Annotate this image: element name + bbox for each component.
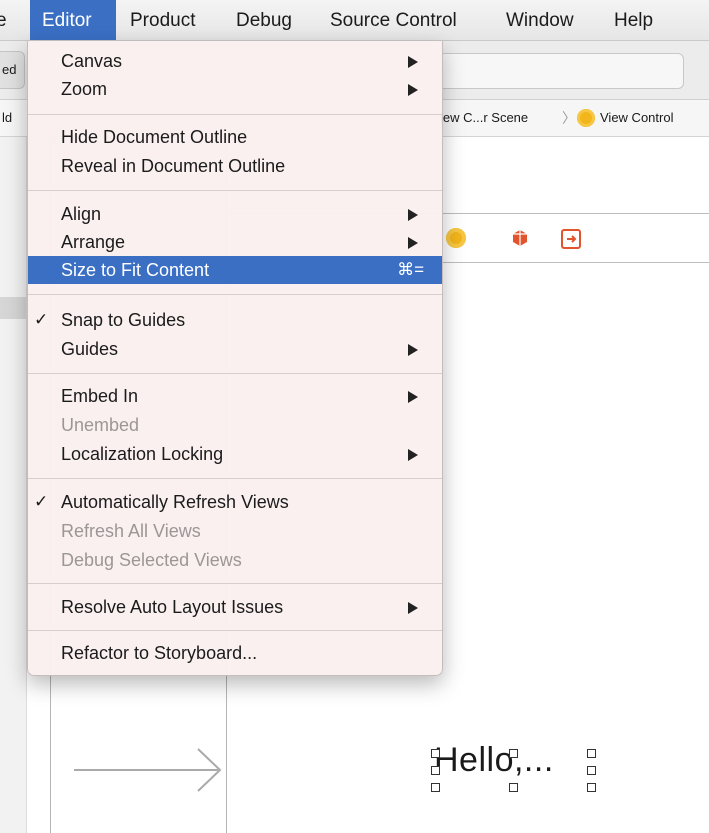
- breadcrumb-separator-icon: 〉: [562, 110, 576, 126]
- jump-bar-left-fragment: ld: [2, 110, 13, 125]
- scheme-selector[interactable]: ed: [0, 51, 25, 89]
- menu-file-partial[interactable]: e: [0, 0, 16, 40]
- menu-item-resolve-auto-layout-issues[interactable]: Resolve Auto Layout Issues: [28, 593, 442, 621]
- menu-item-zoom[interactable]: Zoom: [28, 75, 442, 103]
- view-controller-icon: [577, 109, 595, 127]
- shortcut-label: ⌘=: [397, 260, 424, 279]
- menu-item-size-to-fit-content[interactable]: Size to Fit Content ⌘=: [28, 256, 442, 284]
- editor-menu-dropdown: Canvas Zoom Hide Document Outline Reveal…: [27, 41, 443, 676]
- menu-separator: [28, 190, 442, 191]
- menu-item-arrange[interactable]: Arrange: [28, 228, 442, 256]
- menu-source-control[interactable]: Source Control: [330, 0, 457, 40]
- entry-point-arrow-icon[interactable]: [72, 745, 232, 795]
- menu-separator: [28, 478, 442, 479]
- menu-separator: [28, 294, 442, 295]
- document-outline-edge: [0, 137, 27, 833]
- menu-window[interactable]: Window: [506, 0, 574, 40]
- breadcrumb-scene[interactable]: iew C...r Scene: [440, 100, 528, 136]
- hello-label[interactable]: Hello,...: [434, 741, 554, 780]
- resize-handle[interactable]: [587, 749, 596, 758]
- submenu-arrow-icon: [408, 84, 418, 96]
- menu-item-align[interactable]: Align: [28, 200, 442, 228]
- submenu-arrow-icon: [408, 56, 418, 68]
- menu-product[interactable]: Product: [130, 0, 195, 40]
- menu-bar: e Editor Product Debug Source Control Wi…: [0, 0, 709, 41]
- submenu-arrow-icon: [408, 209, 418, 221]
- menu-item-guides[interactable]: Guides: [28, 335, 442, 363]
- activity-viewer: [438, 53, 684, 89]
- submenu-arrow-icon: [408, 602, 418, 614]
- outline-selection: [0, 297, 26, 319]
- menu-item-automatically-refresh-views[interactable]: ✓ Automatically Refresh Views: [28, 488, 442, 516]
- menu-help[interactable]: Help: [614, 0, 653, 40]
- menu-separator: [28, 373, 442, 374]
- menu-item-reveal-in-document-outline[interactable]: Reveal in Document Outline: [28, 152, 442, 180]
- menu-item-debug-selected-views: Debug Selected Views: [61, 550, 242, 570]
- menu-item-hide-document-outline[interactable]: Hide Document Outline: [28, 123, 442, 151]
- menu-editor[interactable]: Editor: [30, 0, 116, 40]
- resize-handle[interactable]: [509, 749, 518, 758]
- checkmark-icon: ✓: [34, 492, 49, 511]
- menu-item-refactor-to-storyboard[interactable]: Refactor to Storyboard...: [28, 639, 442, 667]
- menu-separator: [28, 630, 442, 631]
- menu-separator: [28, 583, 442, 584]
- menu-separator: [28, 114, 442, 115]
- menu-item-snap-to-guides[interactable]: ✓ Snap to Guides: [28, 306, 442, 334]
- breadcrumb-view-controller[interactable]: View Control: [600, 100, 673, 136]
- first-responder-icon[interactable]: [510, 228, 530, 248]
- resize-handle[interactable]: [587, 783, 596, 792]
- menu-item-localization-locking[interactable]: Localization Locking: [28, 440, 442, 468]
- submenu-arrow-icon: [408, 449, 418, 461]
- submenu-arrow-icon: [408, 237, 418, 249]
- menu-item-unembed: Unembed: [61, 415, 140, 435]
- menu-item-embed-in[interactable]: Embed In: [28, 382, 442, 410]
- menu-item-canvas[interactable]: Canvas: [28, 47, 442, 75]
- resize-handle[interactable]: [431, 749, 440, 758]
- checkmark-icon: ✓: [34, 310, 49, 329]
- resize-handle[interactable]: [509, 783, 518, 792]
- view-controller-icon[interactable]: [446, 228, 466, 248]
- submenu-arrow-icon: [408, 344, 418, 356]
- menu-debug[interactable]: Debug: [236, 0, 292, 40]
- resize-handle[interactable]: [431, 783, 440, 792]
- resize-handle[interactable]: [431, 766, 440, 775]
- resize-handle[interactable]: [587, 766, 596, 775]
- exit-icon[interactable]: [561, 229, 581, 249]
- menu-item-refresh-all-views: Refresh All Views: [61, 521, 201, 541]
- submenu-arrow-icon: [408, 391, 418, 403]
